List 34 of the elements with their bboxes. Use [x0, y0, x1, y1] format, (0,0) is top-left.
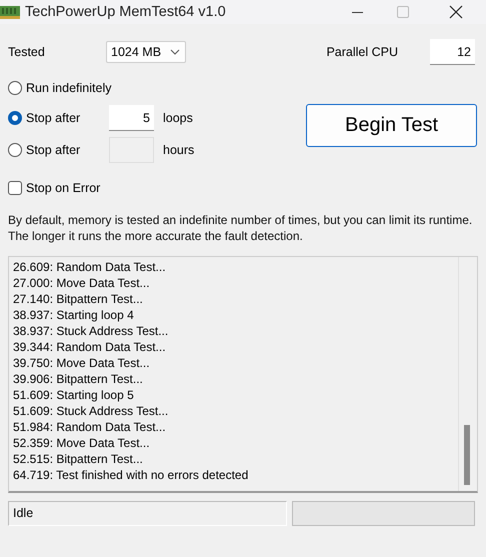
- begin-test-button[interactable]: Begin Test: [306, 104, 477, 147]
- option-label[interactable]: Run indefinitely: [26, 80, 112, 96]
- log-line: 52.515: Bitpattern Test...: [13, 451, 144, 467]
- log-line: 51.984: Random Data Test...: [13, 419, 167, 435]
- description-text: By default, memory is tested an indefinite number of times, but you can limit its runtime. The longer it runs the more accurate the fault detection.: [8, 212, 474, 244]
- checkbox[interactable]: [8, 181, 22, 195]
- field-label: Parallel CPU: [326, 45, 398, 59]
- log-line: 64.719: Test finished with no errors detected: [13, 467, 250, 483]
- log-line: 38.937: Stuck Address Test...: [13, 323, 170, 339]
- log-line: 39.906: Bitpattern Test...: [13, 371, 144, 387]
- window-title: TechPowerUp MemTest64 v1.0: [25, 4, 226, 20]
- log-line: 27.140: Bitpattern Test...: [13, 291, 144, 307]
- checkbox-label[interactable]: Stop on Error: [26, 180, 100, 196]
- cpu-count-field[interactable]: 12: [430, 39, 475, 65]
- radio-button[interactable]: [8, 81, 22, 95]
- caret-icon: [170, 49, 180, 55]
- log-line: 38.937: Starting loop 4: [13, 307, 135, 323]
- radio-button[interactable]: [8, 111, 22, 125]
- memory-dropdown[interactable]: 1024 MB: [106, 41, 186, 63]
- log-line: 27.000: Move Data Test...: [13, 275, 151, 291]
- option-label[interactable]: Stop after: [26, 110, 89, 126]
- status-text: Idle: [8, 501, 287, 526]
- field-label: Tested: [8, 45, 46, 59]
- unit-label: loops: [163, 111, 193, 125]
- log-line: 39.344: Random Data Test...: [13, 339, 167, 355]
- log-line: 52.359: Move Data Test...: [13, 435, 151, 451]
- close-icon: [449, 5, 463, 19]
- log-line: 51.609: Starting loop 5: [13, 387, 135, 403]
- log-line: 26.609: Random Data Test...: [13, 259, 167, 275]
- log-line: 51.609: Stuck Address Test...: [13, 403, 170, 419]
- memory-stick-icon: [0, 5, 20, 19]
- number-field[interactable]: 5: [109, 105, 154, 131]
- unit-label: hours: [163, 143, 194, 157]
- log-line: 39.750: Move Data Test...: [13, 355, 151, 371]
